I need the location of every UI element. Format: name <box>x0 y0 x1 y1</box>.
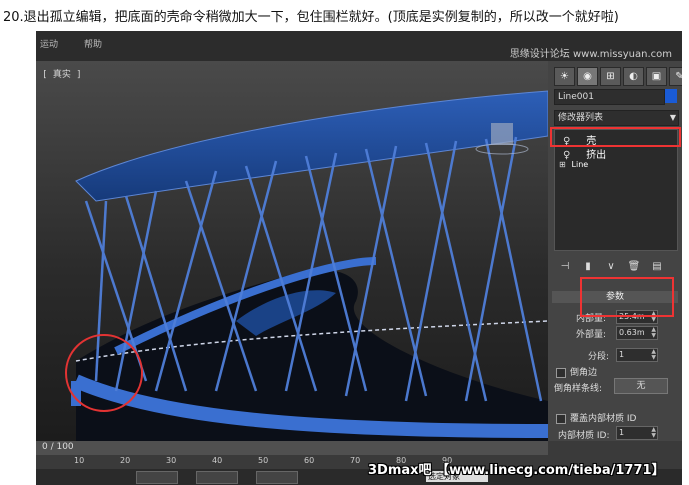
remove-modifier-icon[interactable]: 🗑 <box>627 261 641 273</box>
motion-tab-icon[interactable]: ◐ <box>623 67 644 86</box>
show-end-result-icon[interactable]: ▮ <box>581 261 595 273</box>
ruler-tick: 30 <box>166 456 177 465</box>
y-coord-field[interactable] <box>196 471 238 484</box>
time-slider[interactable]: 0 / 100 <box>36 441 548 455</box>
perspective-viewport[interactable]: [ 真实 ] <box>36 61 548 441</box>
ruler-tick: 50 <box>258 456 269 465</box>
max-screenshot: 运动 帮助 思缘设计论坛 www.missyuan.com [ 真实 ] ☀ ◉… <box>36 31 682 485</box>
segments-spinner[interactable]: 1 ▲ ▼ <box>616 348 658 362</box>
spinner-arrows-icon[interactable]: ▲ ▼ <box>651 349 656 361</box>
stack-highlight-box <box>550 127 681 147</box>
checkbox-box[interactable] <box>556 413 566 424</box>
ruler-tick: 60 <box>304 456 315 465</box>
menu-bar: 运动 帮助 思缘设计论坛 www.missyuan.com <box>36 31 682 61</box>
spinner-arrows-icon[interactable]: ▲ ▼ <box>651 327 656 339</box>
stack-item-extrude[interactable]: ♀ 挤出 <box>563 146 606 161</box>
fence-model-render <box>65 90 548 441</box>
ruler-tick: 20 <box>120 456 131 465</box>
ruler-tick: 70 <box>350 456 361 465</box>
amount-highlight-box <box>580 277 674 317</box>
outer-amount-spinner[interactable]: 0.63m ▲ ▼ <box>616 326 658 340</box>
x-coord-field[interactable] <box>136 471 178 484</box>
object-color-swatch[interactable] <box>665 89 677 103</box>
command-panel-tabs: ☀ ◉ ⊞ ◐ ▣ ✎ <box>554 67 682 86</box>
bevel-edges-checkbox[interactable]: 倒角边 <box>556 365 597 378</box>
site-footer-banner: 3Dmax吧 【www.linecg.com/tieba/1771】 <box>368 463 665 478</box>
tutorial-caption: 20.退出孤立编辑，把底面的壳命令稍微加大一下，包住围栏就好。(顶底是实例复制的… <box>3 10 619 25</box>
command-panel: ☀ ◉ ⊞ ◐ ▣ ✎ Line001 修改器列表 ▼ ♀ 壳 ♀ 挤出 ⊞ L… <box>548 61 682 441</box>
utilities-tab-icon[interactable]: ✎ <box>669 67 682 86</box>
inner-mat-id-label: 内部材质 ID: <box>558 431 610 441</box>
create-tab-icon[interactable]: ☀ <box>554 67 575 86</box>
override-inner-id-checkbox[interactable]: 覆盖内部材质 ID <box>556 411 636 424</box>
stack-item-line[interactable]: ⊞ Line <box>559 160 588 169</box>
ruler-tick: 40 <box>212 456 223 465</box>
stack-tools: ⊣ ▮ ∨ 🗑 ▤ <box>558 261 664 273</box>
ruler-tick: 10 <box>74 456 85 465</box>
modify-tab-icon[interactable]: ◉ <box>577 67 598 86</box>
checkbox-box[interactable] <box>556 367 566 378</box>
object-name-field[interactable]: Line001 <box>554 89 665 105</box>
pin-stack-icon[interactable]: ⊣ <box>558 261 572 273</box>
frame-counter: 0 / 100 <box>42 442 74 452</box>
inner-mat-id-spinner[interactable]: 1 ▲ ▼ <box>616 426 658 440</box>
modifier-list-label: 修改器列表 <box>558 113 604 123</box>
menu-motion[interactable]: 运动 <box>40 37 58 50</box>
plus-icon[interactable]: ⊞ <box>559 160 569 169</box>
make-unique-icon[interactable]: ∨ <box>604 261 618 273</box>
watermark: 思缘设计论坛 www.missyuan.com <box>509 49 672 60</box>
configure-sets-icon[interactable]: ▤ <box>650 261 664 273</box>
outer-amount-label: 外部量: <box>576 330 607 340</box>
spinner-arrows-icon[interactable]: ▲ ▼ <box>651 427 656 439</box>
segments-label: 分段: <box>588 352 610 362</box>
modifier-list-dropdown[interactable]: 修改器列表 ▼ <box>554 110 679 126</box>
display-tab-icon[interactable]: ▣ <box>646 67 667 86</box>
chevron-down-icon: ▼ <box>669 113 676 122</box>
bevel-spline-label: 倒角样条线: <box>554 384 603 394</box>
hierarchy-tab-icon[interactable]: ⊞ <box>600 67 621 86</box>
modifier-stack: ♀ 壳 ♀ 挤出 ⊞ Line <box>554 129 678 251</box>
z-coord-field[interactable] <box>256 471 298 484</box>
bevel-spline-button[interactable]: 无 <box>614 378 668 394</box>
menu-help[interactable]: 帮助 <box>84 37 102 50</box>
